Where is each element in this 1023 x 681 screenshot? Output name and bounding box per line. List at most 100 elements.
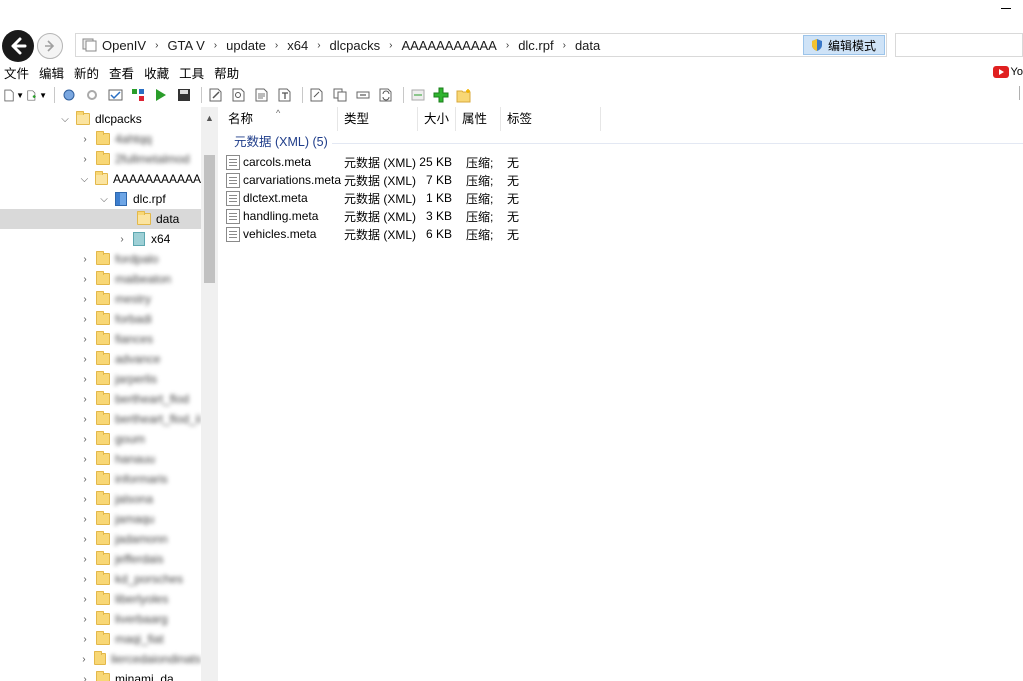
- tree-item[interactable]: › informaris: [0, 469, 201, 489]
- tree-item[interactable]: › hanauu: [0, 449, 201, 469]
- chevron-right-icon[interactable]: ›: [78, 614, 92, 625]
- tree-item[interactable]: › bertheart_flod: [0, 389, 201, 409]
- file-row[interactable]: dlctext.meta 元数据 (XML) 1 KB 压缩; 无: [226, 189, 526, 207]
- chevron-right-icon[interactable]: ›: [78, 534, 92, 545]
- chevron-right-icon[interactable]: ›: [78, 394, 92, 405]
- crumb-update[interactable]: update: [226, 38, 266, 53]
- tree-item[interactable]: › mestry: [0, 289, 201, 309]
- menu-favorites[interactable]: 收藏: [139, 64, 174, 84]
- tree-item[interactable]: › kd_porsches: [0, 569, 201, 589]
- chevron-right-icon[interactable]: ›: [78, 274, 92, 285]
- column-attr[interactable]: 属性: [456, 107, 501, 131]
- add-button[interactable]: [431, 85, 451, 105]
- tree-item[interactable]: › jefferdais: [0, 549, 201, 569]
- chevron-down-icon[interactable]: ⌵: [78, 174, 91, 185]
- chevron-right-icon[interactable]: ›: [78, 414, 92, 425]
- column-name[interactable]: ^ 名称: [222, 107, 338, 131]
- file-row[interactable]: handling.meta 元数据 (XML) 3 KB 压缩; 无: [226, 207, 526, 225]
- chevron-down-icon[interactable]: ⌵: [97, 194, 111, 205]
- chevron-right-icon[interactable]: ›: [78, 294, 92, 305]
- tree-item-rpf[interactable]: ⌵ dlc.rpf: [0, 189, 201, 209]
- chevron-right-icon[interactable]: ›: [78, 354, 92, 365]
- play-button[interactable]: [151, 85, 171, 105]
- new-file-button[interactable]: ▼: [4, 85, 24, 105]
- chevron-right-icon[interactable]: ›: [78, 494, 92, 505]
- tree-item[interactable]: › minami_da: [0, 669, 201, 681]
- tree-item[interactable]: › bertheart_flod_ii: [0, 409, 201, 429]
- file-row[interactable]: vehicles.meta 元数据 (XML) 6 KB 压缩; 无: [226, 225, 526, 243]
- tree-item[interactable]: › advance: [0, 349, 201, 369]
- edit-button[interactable]: [206, 85, 226, 105]
- crumb-pack[interactable]: AAAAAAAAAAA: [401, 38, 496, 53]
- tree-item-x64[interactable]: › x64: [0, 229, 201, 249]
- menu-file[interactable]: 文件: [0, 64, 34, 84]
- tree-item-data[interactable]: data: [0, 209, 201, 229]
- forward-button[interactable]: [37, 33, 63, 59]
- chevron-down-icon[interactable]: ⌵: [58, 114, 72, 125]
- crumb-openiv[interactable]: OpenIV: [102, 38, 146, 53]
- chevron-right-icon[interactable]: ›: [78, 554, 92, 565]
- chevron-right-icon[interactable]: ›: [78, 374, 92, 385]
- back-button[interactable]: [2, 30, 34, 62]
- tree-item[interactable]: › maqi_fiat: [0, 629, 201, 649]
- column-type[interactable]: 类型: [338, 107, 418, 131]
- edit-mode-button[interactable]: 编辑模式: [803, 35, 885, 55]
- tree-item[interactable]: › jarperlis: [0, 369, 201, 389]
- tree-item[interactable]: › liercedaiondinats: [0, 649, 201, 669]
- tree-item[interactable]: › 4ahtqq: [0, 129, 201, 149]
- minimize-button[interactable]: [993, 0, 1023, 20]
- tree-item[interactable]: › goum: [0, 429, 201, 449]
- chevron-right-icon[interactable]: ›: [78, 674, 92, 681]
- import-button[interactable]: ▼: [27, 85, 47, 105]
- menu-edit[interactable]: 编辑: [34, 64, 69, 84]
- tree-item[interactable]: › maibeaton: [0, 269, 201, 289]
- gear-button[interactable]: [82, 85, 102, 105]
- refresh-button[interactable]: [59, 85, 79, 105]
- chevron-right-icon[interactable]: ›: [115, 234, 129, 245]
- tree-scrollbar[interactable]: ▲: [201, 107, 218, 681]
- copy-button[interactable]: [330, 85, 350, 105]
- chevron-right-icon[interactable]: ›: [78, 514, 92, 525]
- tree-item[interactable]: › fiances: [0, 329, 201, 349]
- tree-button[interactable]: [128, 85, 148, 105]
- crumb-data[interactable]: data: [575, 38, 600, 53]
- chevron-right-icon[interactable]: ›: [78, 334, 92, 345]
- chevron-right-icon[interactable]: ›: [78, 634, 92, 645]
- crumb-rpf[interactable]: dlc.rpf: [518, 38, 553, 53]
- search-input[interactable]: [895, 33, 1023, 57]
- menu-help[interactable]: 帮助: [209, 64, 244, 84]
- scroll-thumb[interactable]: [204, 155, 215, 283]
- chevron-right-icon[interactable]: ›: [78, 254, 92, 265]
- scroll-up-icon[interactable]: ▲: [205, 113, 214, 123]
- column-size[interactable]: 大小: [418, 107, 456, 131]
- tree-item[interactable]: › liverbaarg: [0, 609, 201, 629]
- file-row[interactable]: carvariations.meta 元数据 (XML) 7 KB 压缩; 无: [226, 171, 526, 189]
- chevron-right-icon[interactable]: ›: [78, 314, 92, 325]
- rename-button[interactable]: [353, 85, 373, 105]
- check-button[interactable]: [105, 85, 125, 105]
- chevron-right-icon[interactable]: ›: [78, 154, 92, 165]
- tree-item[interactable]: › jalsona: [0, 489, 201, 509]
- tree-item-dlcpacks[interactable]: ⌵ dlcpacks: [0, 109, 201, 129]
- save-button[interactable]: [174, 85, 194, 105]
- chevron-right-icon[interactable]: ›: [78, 654, 90, 665]
- crumb-dlcpacks[interactable]: dlcpacks: [330, 38, 381, 53]
- youtube-link[interactable]: Yo: [992, 66, 1023, 78]
- extract-button[interactable]: [307, 85, 327, 105]
- chevron-right-icon[interactable]: ›: [78, 474, 92, 485]
- chevron-right-icon[interactable]: ›: [78, 134, 92, 145]
- chevron-right-icon[interactable]: ›: [78, 454, 92, 465]
- menu-new[interactable]: 新的: [69, 64, 104, 84]
- address-bar[interactable]: OpenIV › GTA V › update › x64 › dlcpacks › AA…: [75, 33, 887, 57]
- tree-item-pack[interactable]: ⌵ AAAAAAAAAAA: [0, 169, 201, 189]
- tree-item[interactable]: › 2fullmetalmod: [0, 149, 201, 169]
- search-file-button[interactable]: [229, 85, 249, 105]
- crumb-x64[interactable]: x64: [287, 38, 308, 53]
- chevron-right-icon[interactable]: ›: [78, 434, 92, 445]
- menu-view[interactable]: 查看: [104, 64, 139, 84]
- chevron-right-icon[interactable]: ›: [78, 574, 92, 585]
- new-folder-button[interactable]: [454, 85, 474, 105]
- tree-item[interactable]: › forbadi: [0, 309, 201, 329]
- menu-tools[interactable]: 工具: [174, 64, 209, 84]
- tree-item[interactable]: › fordpalo: [0, 249, 201, 269]
